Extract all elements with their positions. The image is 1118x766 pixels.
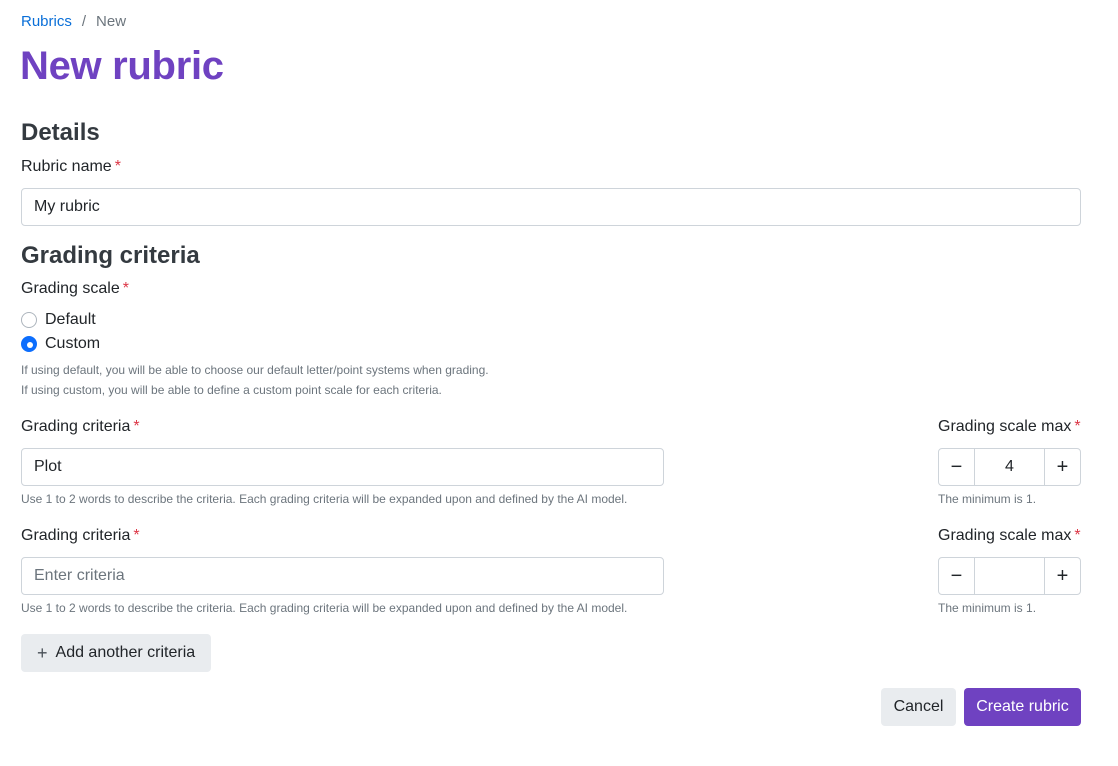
radio-custom[interactable]: Custom — [21, 335, 100, 353]
breadcrumb-current: New — [96, 13, 127, 30]
grading-criteria-help: Use 1 to 2 words to describe the criteri… — [21, 601, 628, 615]
rubric-name-label-text: Rubric name — [21, 158, 112, 175]
radio-default-label: Default — [45, 311, 96, 328]
grading-scale-max-help: The minimum is 1. — [938, 601, 1037, 615]
breadcrumb-separator: / — [81, 13, 87, 30]
grading-criteria-input[interactable] — [21, 448, 664, 486]
breadcrumb: Rubrics / New — [21, 13, 126, 30]
plus-icon: + — [37, 642, 48, 663]
add-criteria-label: Add another criteria — [55, 644, 196, 661]
grading-criteria-label: Grading criteria * — [21, 527, 140, 545]
grading-criteria-help: Use 1 to 2 words to describe the criteri… — [21, 492, 628, 506]
required-mark: * — [133, 418, 140, 435]
rubric-name-label: Rubric name * — [21, 158, 121, 176]
required-mark: * — [122, 280, 129, 297]
rubric-name-input[interactable] — [21, 188, 1081, 226]
decrement-button[interactable]: − — [939, 449, 974, 485]
cancel-button[interactable]: Cancel — [881, 688, 956, 726]
grading-scale-help: If using default, you will be able to ch… — [21, 360, 489, 400]
grading-criteria-label: Grading criteria * — [21, 418, 140, 436]
required-mark: * — [1074, 527, 1081, 544]
decrement-button[interactable]: − — [939, 558, 974, 594]
increment-button[interactable]: + — [1045, 449, 1080, 485]
grading-scale-max-value[interactable]: 4 — [974, 449, 1045, 485]
add-criteria-button[interactable]: + Add another criteria — [21, 634, 212, 672]
grading-scale-max-stepper[interactable]: − 4 + — [938, 448, 1081, 486]
grading-scale-help-line: If using default, you will be able to ch… — [21, 363, 489, 377]
grading-scale-max-stepper[interactable]: − + — [938, 557, 1081, 595]
grading-scale-max-help: The minimum is 1. — [938, 492, 1037, 506]
required-mark: * — [1074, 418, 1081, 435]
details-heading: Details — [21, 119, 100, 146]
grading-scale-max-label: Grading scale max * — [938, 418, 1081, 436]
increment-button[interactable]: + — [1045, 558, 1080, 594]
grading-scale-max-label: Grading scale max * — [938, 527, 1081, 545]
grading-scale-max-label-text: Grading scale max — [938, 418, 1072, 435]
grading-scale-max-label-text: Grading scale max — [938, 527, 1072, 544]
radio-default[interactable]: Default — [21, 311, 96, 329]
grading-scale-label-text: Grading scale — [21, 280, 120, 297]
grading-scale-label: Grading scale * — [21, 280, 129, 298]
required-mark: * — [114, 158, 121, 175]
radio-custom-circle[interactable] — [21, 336, 37, 352]
create-rubric-button[interactable]: Create rubric — [964, 688, 1081, 726]
radio-default-circle[interactable] — [21, 312, 37, 328]
grading-criteria-heading: Grading criteria — [21, 242, 200, 269]
grading-criteria-label-text: Grading criteria — [21, 418, 131, 435]
grading-criteria-label-text: Grading criteria — [21, 527, 131, 544]
breadcrumb-rubrics-link[interactable]: Rubrics — [21, 13, 72, 30]
grading-scale-help-line: If using custom, you will be able to def… — [21, 383, 442, 397]
required-mark: * — [133, 527, 140, 544]
grading-scale-max-value[interactable] — [974, 558, 1045, 594]
grading-criteria-input[interactable] — [21, 557, 664, 595]
page-title: New rubric — [20, 44, 224, 88]
radio-custom-label: Custom — [45, 335, 101, 352]
